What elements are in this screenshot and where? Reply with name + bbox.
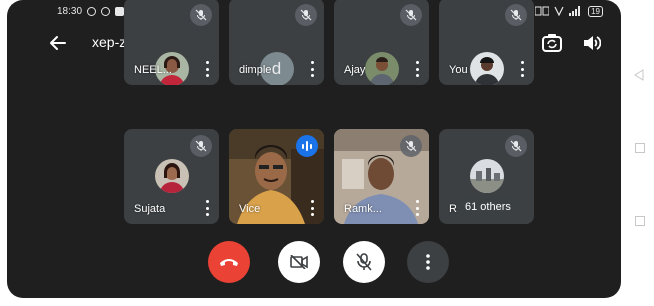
participant-tile[interactable]: d dimple	[229, 0, 324, 85]
mic-off-icon	[300, 9, 312, 21]
back-button[interactable]	[45, 30, 71, 56]
participant-menu-button[interactable]	[413, 200, 421, 216]
volume-icon	[584, 36, 601, 50]
more-options-button[interactable]	[407, 241, 449, 283]
switch-camera-button[interactable]	[538, 29, 566, 57]
arrow-back-icon	[50, 36, 66, 50]
participant-name: Vice	[239, 203, 261, 215]
avatar	[154, 159, 189, 193]
camera-off-icon	[290, 255, 308, 269]
mic-muted-badge	[400, 4, 422, 26]
participant-menu-button[interactable]	[203, 61, 211, 77]
mic-off-icon	[510, 9, 522, 21]
end-call-icon	[220, 259, 238, 266]
mic-muted-badge	[400, 135, 422, 157]
avatar	[364, 52, 399, 85]
notification-icon	[87, 6, 97, 16]
mic-muted-badge	[505, 135, 527, 157]
participant-menu-button[interactable]	[203, 200, 211, 216]
participant-name: R	[449, 203, 457, 215]
battery-indicator: 19	[588, 5, 603, 17]
participant-menu-button[interactable]	[518, 61, 526, 77]
mic-off-icon	[195, 140, 207, 152]
network-speed-icon	[535, 6, 550, 16]
participant-name: NEEL...	[134, 64, 172, 76]
system-nav-bar	[621, 0, 654, 298]
mic-muted-badge	[190, 135, 212, 157]
avatar	[469, 159, 504, 193]
others-tile[interactable]: R 61 others	[439, 129, 534, 224]
speaker-button[interactable]	[578, 29, 606, 57]
end-call-button[interactable]	[208, 241, 250, 283]
nav-home-icon[interactable]	[635, 143, 645, 153]
participant-name: Ajay	[344, 64, 366, 76]
participant-menu-button[interactable]	[308, 61, 316, 77]
volte-icon	[554, 6, 564, 16]
app-notification-icon	[115, 6, 125, 16]
mic-muted-badge	[190, 4, 212, 26]
participant-tile[interactable]: Sujata	[124, 129, 219, 224]
meet-call-screen: 18:30 19 xep-zirn-bov	[7, 0, 621, 298]
participant-tile[interactable]: Ajay	[334, 0, 429, 85]
switch-camera-icon	[542, 34, 562, 52]
mic-muted-badge	[295, 4, 317, 26]
whatsapp-icon	[101, 6, 111, 16]
others-count-badge[interactable]: 61 others	[457, 196, 519, 218]
mic-off-icon	[510, 140, 522, 152]
participant-menu-button[interactable]	[413, 61, 421, 77]
mic-off-icon	[405, 9, 417, 21]
participant-video-tile[interactable]: Vice	[229, 129, 324, 224]
nav-back-icon[interactable]	[634, 69, 644, 81]
camera-toggle-button[interactable]	[278, 241, 320, 283]
nav-recents-icon[interactable]	[635, 216, 645, 226]
participant-name: Ramk...	[344, 203, 382, 215]
mic-off-icon	[405, 140, 417, 152]
avatar	[469, 52, 504, 85]
participant-tile[interactable]: You	[439, 0, 534, 85]
participant-menu-button[interactable]	[308, 200, 316, 216]
speaking-indicator	[296, 135, 318, 157]
participant-name: Sujata	[134, 203, 166, 215]
more-vert-icon	[426, 254, 430, 270]
mic-off-icon	[195, 9, 207, 21]
mic-muted-badge	[505, 4, 527, 26]
participant-tile[interactable]: NEEL...	[124, 0, 219, 85]
participant-video-tile[interactable]: Ramk...	[334, 129, 429, 224]
status-time: 18:30	[57, 5, 83, 17]
signal-icon	[569, 6, 581, 16]
participant-name: You	[449, 64, 468, 76]
participant-name: dimple	[239, 64, 272, 76]
mic-toggle-button[interactable]	[343, 241, 385, 283]
mic-off-icon	[356, 253, 372, 271]
